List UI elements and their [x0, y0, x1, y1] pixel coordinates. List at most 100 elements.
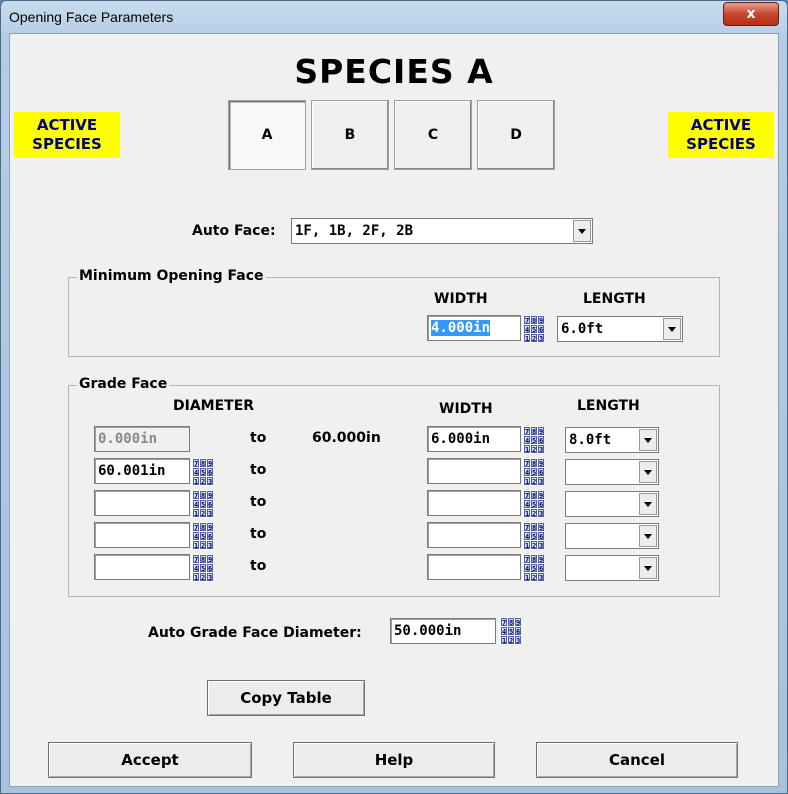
keypad-digit: 4 — [524, 564, 530, 573]
grade-row-3-width-input[interactable] — [427, 490, 521, 516]
chevron-down-icon[interactable] — [639, 461, 657, 483]
keypad-icon[interactable]: 789456123 — [191, 490, 213, 518]
species-tab-b[interactable]: B — [311, 100, 389, 170]
auto-face-dropdown[interactable]: 1F, 1B, 2F, 2B — [291, 218, 593, 244]
keypad-icon[interactable]: 789456123 — [191, 522, 213, 550]
keypad-icon[interactable]: 789456123 — [499, 617, 521, 645]
keypad-digit: 1 — [524, 573, 530, 582]
to-label: to — [250, 526, 267, 542]
keypad-digit: 8 — [200, 523, 206, 532]
grade-row-2-length-dropdown[interactable] — [565, 459, 659, 485]
close-button[interactable]: x — [723, 2, 779, 26]
keypad-icon[interactable]: 789456123 — [522, 554, 544, 582]
keypad-digit: 2 — [531, 509, 537, 518]
species-tab-c[interactable]: C — [394, 100, 472, 170]
grade-row-3-from-input[interactable] — [94, 490, 190, 516]
min-width-header: WIDTH — [434, 291, 488, 307]
grade-row-2-from-input[interactable]: 60.001in — [94, 458, 190, 484]
keypad-digit: 2 — [531, 334, 537, 343]
keypad-digit: 5 — [200, 500, 206, 509]
cancel-label: Cancel — [608, 751, 665, 769]
grade-row-4-width-input[interactable] — [427, 522, 521, 548]
keypad-digit: 5 — [200, 564, 206, 573]
keypad-digit: 6 — [207, 532, 213, 541]
keypad-digit: 7 — [524, 316, 530, 325]
keypad-digit: 4 — [524, 325, 530, 334]
chevron-down-icon[interactable] — [573, 220, 591, 242]
cancel-button[interactable]: Cancel — [536, 742, 738, 778]
close-icon: x — [746, 6, 756, 22]
keypad-icon[interactable]: 789456123 — [191, 554, 213, 582]
keypad-icon[interactable]: 789456123 — [522, 458, 544, 486]
keypad-digit: 4 — [193, 500, 199, 509]
grade-row-3-length-dropdown[interactable] — [565, 491, 659, 517]
keypad-digit: 9 — [538, 555, 544, 564]
grade-row-1-from-value: 0.000in — [98, 431, 158, 447]
keypad-digit: 9 — [207, 459, 213, 468]
keypad-icon[interactable]: 789456123 — [522, 426, 544, 454]
keypad-digit: 9 — [538, 491, 544, 500]
keypad-digit: 2 — [200, 509, 206, 518]
help-label: Help — [374, 751, 414, 769]
keypad-digit: 4 — [524, 500, 530, 509]
chevron-down-icon[interactable] — [639, 429, 657, 451]
min-length-dropdown[interactable]: 6.0ft — [557, 316, 683, 342]
keypad-digit: 7 — [524, 555, 530, 564]
help-button[interactable]: Help — [293, 742, 495, 778]
auto-grade-face-diameter-input[interactable]: 50.000in — [390, 618, 496, 644]
keypad-digit: 8 — [531, 459, 537, 468]
keypad-digit: 1 — [193, 573, 199, 582]
keypad-icon[interactable]: 789456123 — [522, 490, 544, 518]
species-tab-d[interactable]: D — [477, 100, 555, 170]
chevron-down-icon[interactable] — [639, 557, 657, 579]
chevron-down-icon[interactable] — [639, 525, 657, 547]
keypad-digit: 2 — [200, 477, 206, 486]
keypad-digit: 7 — [524, 523, 530, 532]
grade-row-1-length-dropdown[interactable]: 8.0ft — [565, 427, 659, 453]
species-tab-a[interactable]: A — [228, 100, 306, 170]
keypad-digit: 5 — [200, 532, 206, 541]
dialog-window: Opening Face Parameters x SPECIES A ACTI… — [0, 0, 788, 794]
keypad-digit: 7 — [501, 618, 507, 627]
grade-row-1-width-input[interactable]: 6.000in — [427, 426, 521, 452]
grade-row-1-length-value: 8.0ft — [569, 432, 612, 448]
min-width-input[interactable]: 4.000in — [427, 315, 521, 341]
min-width-value: 4.000in — [431, 320, 491, 336]
copy-table-label: Copy Table — [240, 689, 332, 707]
grade-row-1-width-value: 6.000in — [431, 431, 491, 447]
keypad-digit: 2 — [531, 541, 537, 550]
keypad-digit: 5 — [531, 468, 537, 477]
keypad-icon[interactable]: 789456123 — [522, 522, 544, 550]
auto-face-value: 1F, 1B, 2F, 2B — [295, 223, 414, 239]
grade-row-2-width-input[interactable] — [427, 458, 521, 484]
grade-row-4-length-dropdown[interactable] — [565, 523, 659, 549]
grade-row-5-width-input[interactable] — [427, 554, 521, 580]
keypad-icon[interactable]: 789456123 — [191, 458, 213, 486]
keypad-digit: 8 — [531, 316, 537, 325]
chevron-down-icon[interactable] — [663, 318, 681, 340]
keypad-icon[interactable]: 789 456 123 — [522, 315, 544, 343]
auto-grade-face-diameter-label: Auto Grade Face Diameter: — [148, 625, 362, 641]
keypad-digit: 6 — [515, 627, 521, 636]
active-species-badge-right: ACTIVE SPECIES — [668, 112, 774, 158]
grade-row-5-length-dropdown[interactable] — [565, 555, 659, 581]
active-species-line: SPECIES — [686, 135, 756, 153]
keypad-digit: 4 — [501, 627, 507, 636]
keypad-digit: 7 — [193, 523, 199, 532]
grade-length-header: LENGTH — [577, 398, 640, 414]
keypad-digit: 5 — [531, 564, 537, 573]
title-bar[interactable]: Opening Face Parameters x — [1, 1, 787, 33]
keypad-digit: 5 — [531, 436, 537, 445]
grade-row-4-from-input[interactable] — [94, 522, 190, 548]
keypad-digit: 1 — [193, 477, 199, 486]
diameter-header: DIAMETER — [173, 398, 255, 414]
keypad-digit: 8 — [531, 523, 537, 532]
keypad-digit: 8 — [531, 555, 537, 564]
chevron-down-icon[interactable] — [639, 493, 657, 515]
keypad-digit: 7 — [524, 491, 530, 500]
keypad-digit: 2 — [531, 445, 537, 454]
keypad-digit: 8 — [200, 555, 206, 564]
grade-row-5-from-input[interactable] — [94, 554, 190, 580]
copy-table-button[interactable]: Copy Table — [207, 680, 365, 716]
accept-button[interactable]: Accept — [48, 742, 252, 778]
